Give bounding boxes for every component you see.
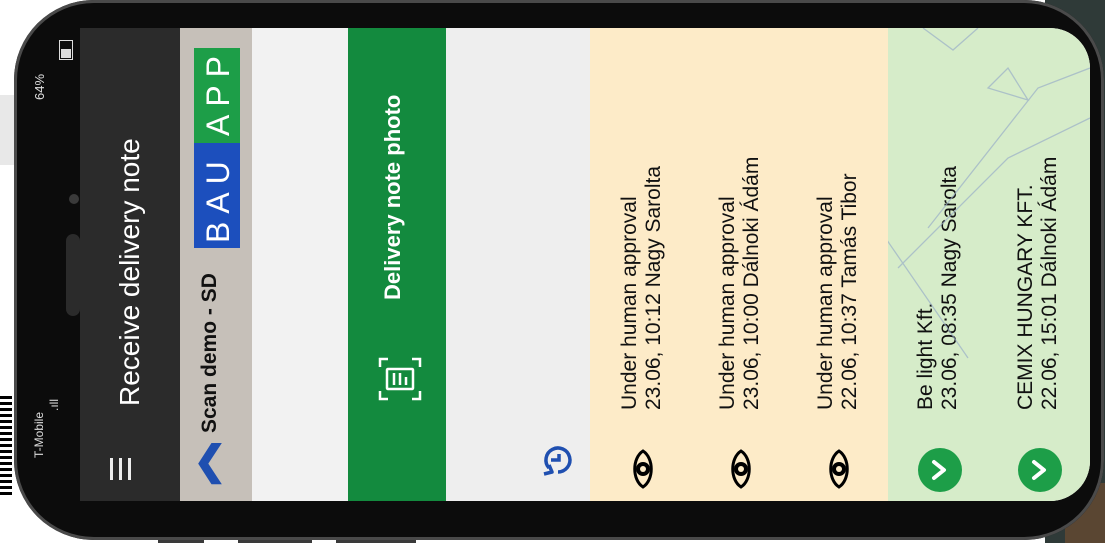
app-screen: Receive delivery note ❮ Scan demo - SD B… bbox=[80, 28, 1090, 501]
app-bar: Receive delivery note bbox=[80, 28, 180, 501]
battery-icon bbox=[59, 40, 73, 60]
delivery-note-photo-button[interactable]: Delivery note photo bbox=[348, 28, 446, 501]
item-meta: 22.06, 10:37 Tamás Tibor bbox=[838, 173, 861, 410]
item-status: Under human approval bbox=[716, 196, 739, 410]
eye-icon[interactable] bbox=[818, 448, 860, 490]
project-header: ❮ Scan demo - SD BAU APP bbox=[180, 28, 252, 501]
signal-icon: .ıll bbox=[47, 399, 61, 411]
item-status: CEMIX HUNGARY KFT. bbox=[1014, 184, 1037, 410]
carrier-label: T-Mobile bbox=[32, 411, 46, 458]
page-title: Receive delivery note bbox=[114, 138, 145, 406]
status-bar: T-Mobile .ıll 64% bbox=[14, 0, 80, 540]
history-column bbox=[446, 28, 590, 501]
check-icon[interactable] bbox=[1018, 448, 1062, 492]
menu-icon[interactable] bbox=[110, 458, 136, 480]
logo-bau-block: BAU bbox=[194, 143, 240, 248]
item-meta: 23.06, 08:35 Nagy Sarolta bbox=[938, 165, 961, 410]
check-icon[interactable] bbox=[918, 448, 962, 492]
photo-button-label: Delivery note photo bbox=[380, 94, 405, 300]
bauapp-logo: BAU APP bbox=[194, 48, 240, 248]
qr-code-strip bbox=[0, 395, 12, 495]
document-scan-icon bbox=[378, 357, 422, 401]
item-meta: 23.06, 10:12 Nagy Sarolta bbox=[642, 165, 665, 410]
item-status: Be light Kft. bbox=[914, 302, 937, 410]
back-chevron-icon[interactable]: ❮ bbox=[188, 441, 232, 481]
history-icon[interactable] bbox=[538, 440, 578, 480]
front-camera bbox=[69, 194, 79, 204]
item-meta: 23.06, 10:00 Dálnoki Ádám bbox=[740, 156, 763, 410]
battery-label: 64% bbox=[32, 73, 47, 100]
project-name: Scan demo - SD bbox=[198, 273, 221, 433]
spacer bbox=[252, 28, 348, 501]
completed-list: Be light Kft. 23.06, 08:35 Nagy Sarolta … bbox=[888, 28, 1090, 501]
pending-list: Under human approval 23.06, 10:12 Nagy S… bbox=[590, 28, 888, 501]
speaker-notch bbox=[66, 234, 80, 316]
item-status: Under human approval bbox=[814, 196, 837, 410]
item-meta: 22.06, 15:01 Dálnoki Ádám bbox=[1038, 156, 1061, 410]
eye-icon[interactable] bbox=[622, 448, 664, 490]
logo-app-text: APP bbox=[200, 47, 236, 136]
eye-icon[interactable] bbox=[720, 448, 762, 490]
item-status: Under human approval bbox=[618, 196, 641, 410]
phone-frame: T-Mobile .ıll 64% Receive delivery note … bbox=[14, 0, 1104, 540]
logo-app-block: APP bbox=[194, 48, 240, 143]
logo-bau-text: BAU bbox=[200, 153, 236, 243]
